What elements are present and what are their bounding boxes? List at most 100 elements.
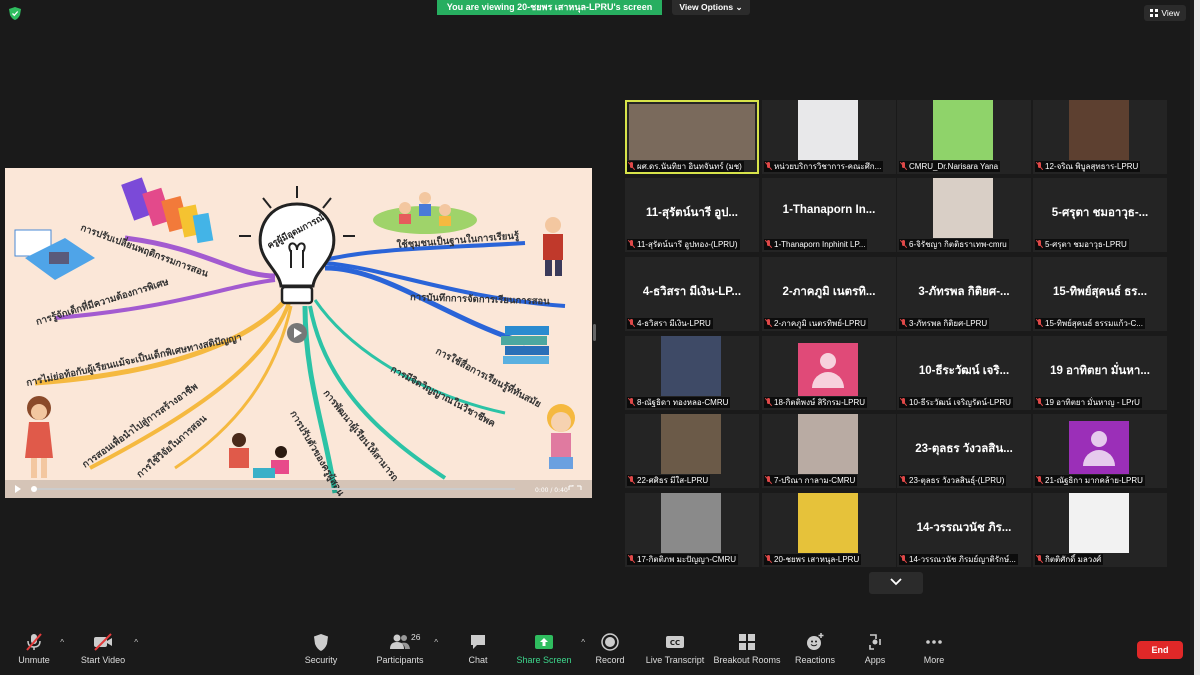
participant-display-name: 3-ภัทรพล กิติยศ-... <box>918 286 1010 298</box>
participant-video <box>661 336 721 396</box>
participant-display-name: 5-ศรุตา ชมอาวุธ-... <box>1051 207 1149 219</box>
participant-name-bar: หน่วยบริการวิชาการ-คณะศึก... <box>764 161 884 172</box>
live-transcript-label: Live Transcript <box>645 655 705 665</box>
participant-tile[interactable]: 11-สุรัตน์นารี อูป... 11-สุรัตน์นารี อูปท… <box>625 178 759 252</box>
participant-tile[interactable]: 3-ภัทรพล กิติยศ-... 3-ภัทรพล กิติยศ-LPRU <box>897 257 1031 331</box>
muted-mic-icon <box>765 398 772 406</box>
audio-options-caret[interactable]: ^ <box>60 638 64 647</box>
reactions-button[interactable]: Reactions <box>794 632 836 672</box>
play-circle-icon[interactable] <box>287 323 307 343</box>
participant-tile[interactable]: 20-ชยพร เสาหนุล-LPRU <box>762 493 896 567</box>
participant-name: 22-ศศิธร มีใส-LPRU <box>637 476 709 485</box>
participant-name: 7-ปริณา กาลาม-CMRU <box>774 476 856 485</box>
share-screen-button[interactable]: Share Screen ^ <box>515 632 585 672</box>
view-button-label: View <box>1161 8 1180 18</box>
participant-tile[interactable]: หน่วยบริการวิชาการ-คณะศึก... <box>762 100 896 174</box>
apps-button[interactable]: Apps <box>862 632 888 672</box>
branch-label: การไม่ย่อท้อกับผู้เรียนแม้จะเป็นเด็กพิเศ… <box>25 332 242 389</box>
muted-mic-icon <box>628 240 635 248</box>
zoom-window: You are viewing 20-ชยพร เสาหนุล-LPRU's s… <box>0 0 1200 675</box>
participant-name: 4-ธวิสรา มีเงิน-LPRU <box>637 319 711 328</box>
participant-name-bar: 5-ศรุตา ชมอาวุธ-LPRU <box>1035 239 1129 250</box>
svg-text:CC: CC <box>670 639 680 647</box>
lightbulb-icon <box>239 186 355 305</box>
participant-name: 2-ภาคภูมิ เนตรทิพย์-LPRU <box>774 319 866 328</box>
start-video-button[interactable]: Start Video ^ <box>80 632 138 672</box>
participant-tile[interactable]: 4-ธวิสรา มีเงิน-LP... 4-ธวิสรา มีเงิน-LPR… <box>625 257 759 331</box>
participant-tile[interactable]: 15-ทิพย์สุคนธ์ ธร... 15-ทิพย์สุคนธ์ ธรรมแ… <box>1033 257 1167 331</box>
muted-mic-icon <box>765 240 772 248</box>
participants-options-caret[interactable]: ^ <box>434 638 438 647</box>
participant-display-name: 14-วรรณวนัช ภิร... <box>916 522 1012 534</box>
muted-mic-icon <box>900 555 907 563</box>
participant-tile[interactable]: 21-ณัฐธิกา มากคล้าย-LPRU <box>1033 414 1167 488</box>
participant-tile[interactable]: 10-ธีระวัฒน์ เจริ... 10-ธีระวัฒน์ เจริญรั… <box>897 336 1031 410</box>
record-button[interactable]: Record <box>594 632 626 672</box>
closed-captions-icon: CC <box>666 636 684 648</box>
participant-tile[interactable]: 17-กิตติภพ มะปัญญา-CMRU <box>625 493 759 567</box>
more-button[interactable]: More <box>920 632 948 672</box>
participant-video <box>1069 100 1129 160</box>
default-avatar <box>1069 421 1129 474</box>
participant-video <box>933 100 993 160</box>
branch-label: การสอนเพื่อนำไปสู่การสร้างอาชีพ <box>80 381 200 470</box>
participant-name-bar: 21-ณัฐธิกา มากคล้าย-LPRU <box>1035 475 1145 486</box>
security-button[interactable]: Security <box>302 632 340 672</box>
chevron-down-icon <box>890 578 902 586</box>
video-progress-thumb[interactable] <box>31 486 37 492</box>
teacher-man-illustration <box>543 217 563 276</box>
participant-tile[interactable]: 14-วรรณวนัช ภิร... 14-วรรณวนัช ภิรมย์ญาติ… <box>897 493 1031 567</box>
shared-screen[interactable]: การปรับเปลี่ยนพฤติกรรมการสอน การรู้จักเด… <box>5 168 592 498</box>
participant-name-bar: 15-ทิพย์สุคนธ์ ธรรมแก้ว-C... <box>1035 318 1145 329</box>
participant-tile[interactable]: 19 อาทิตยา มั่นหา... 19 อาทิตยา มั่นหาญ -… <box>1033 336 1167 410</box>
reactions-label: Reactions <box>794 655 836 665</box>
view-button[interactable]: View <box>1144 5 1186 21</box>
participant-tile[interactable]: 1-Thanaporn In... 1-Thanaporn Inphinit LP… <box>762 178 896 252</box>
security-label: Security <box>304 655 338 665</box>
participants-icon <box>390 634 410 649</box>
encryption-shield-icon[interactable] <box>9 7 21 20</box>
participant-tile[interactable]: 8-ณัฐธิดา ทองหลอ-CMRU <box>625 336 759 410</box>
chevron-down-icon: ⌄ <box>735 2 743 12</box>
participant-tile[interactable]: 12-จริณ พิบูลสุทธาร-LPRU <box>1033 100 1167 174</box>
participant-tile[interactable]: 18-กิตติพงษ์ สิริกรม-LPRU <box>762 336 896 410</box>
participant-name: CMRU_Dr.Narisara Yana <box>909 162 999 171</box>
gallery-next-page-button[interactable] <box>869 572 923 594</box>
end-meeting-button[interactable]: End <box>1137 641 1183 659</box>
participant-tile[interactable]: ผศ.ดร.นันทิยา อินทจันทร์ (มช) <box>625 100 759 174</box>
participant-name: 11-สุรัตน์นารี อูปทอง-(LPRU) <box>637 240 738 249</box>
participant-name: 18-กิตติพงษ์ สิริกรม-LPRU <box>774 398 866 407</box>
view-options-button[interactable]: View Options ⌄ <box>672 0 750 15</box>
muted-mic-icon <box>765 162 772 170</box>
participant-tile[interactable]: กิตติศักดิ์ มลวงศ์ <box>1033 493 1167 567</box>
participant-display-name: 10-ธีระวัฒน์ เจริ... <box>918 365 1010 377</box>
participant-name-bar: 20-ชยพร เสาหนุล-LPRU <box>764 554 862 565</box>
participant-tile[interactable]: 5-ศรุตา ชมอาวุธ-... 5-ศรุตา ชมอาวุธ-LPRU <box>1033 178 1167 252</box>
breakout-rooms-button[interactable]: Breakout Rooms <box>713 632 781 672</box>
chat-label: Chat <box>468 655 488 665</box>
video-progress-track[interactable] <box>31 488 515 490</box>
live-transcript-button[interactable]: CC Live Transcript <box>644 632 706 672</box>
participant-tile[interactable]: 6-จิรัชญา กิตติธราเทพ-cmru <box>897 178 1031 252</box>
participant-name-bar: 7-ปริณา กาลาม-CMRU <box>764 475 858 486</box>
unmute-button[interactable]: Unmute ^ <box>16 632 64 672</box>
muted-mic-icon <box>900 240 907 248</box>
books-stack-illustration <box>501 326 549 364</box>
participant-tile[interactable]: CMRU_Dr.Narisara Yana <box>897 100 1031 174</box>
participant-tile[interactable]: 22-ศศิธร มีใส-LPRU <box>625 414 759 488</box>
participant-name: 15-ทิพย์สุคนธ์ ธรรมแก้ว-C... <box>1045 319 1143 328</box>
participant-display-name: 4-ธวิสรา มีเงิน-LP... <box>642 286 742 298</box>
share-screen-icon <box>535 635 553 649</box>
chat-button[interactable]: Chat <box>463 632 493 672</box>
participant-tile[interactable]: 23-ตุลธร วังวลสิน... 23-ตุลธร วังวลสินธุ์… <box>897 414 1031 488</box>
participant-tile[interactable]: 7-ปริณา กาลาม-CMRU <box>762 414 896 488</box>
share-options-caret[interactable]: ^ <box>581 638 585 647</box>
video-time: 0:00 / 0:40 <box>535 487 568 494</box>
video-options-caret[interactable]: ^ <box>134 638 138 647</box>
participant-tile[interactable]: 2-ภาคภูมิ เนตรทิ... 2-ภาคภูมิ เนตรทิพย์-L… <box>762 257 896 331</box>
participant-display-name: 2-ภาคภูมิ เนตรทิ... <box>782 286 876 298</box>
muted-mic-icon <box>26 633 42 651</box>
student-girl-illustration <box>547 404 575 469</box>
unmute-label: Unmute <box>18 655 50 665</box>
split-divider-handle[interactable] <box>593 324 596 341</box>
